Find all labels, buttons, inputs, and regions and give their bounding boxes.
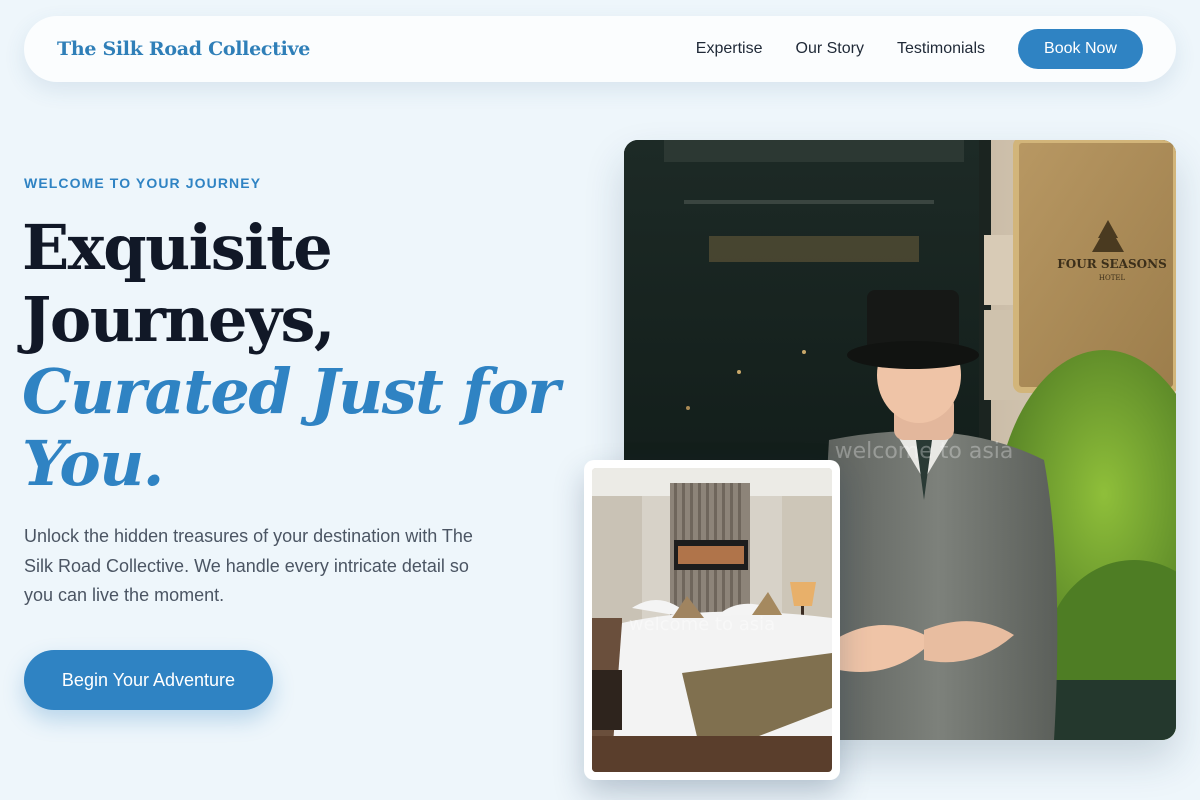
headline-line-2: Journeys, xyxy=(22,283,335,356)
book-now-button[interactable]: Book Now xyxy=(1018,29,1143,69)
landing-page: The Silk Road Collective Expertise Our S… xyxy=(0,0,1200,800)
bedroom-photo: welcome to asia xyxy=(592,468,832,772)
hero-headline: Exquisite Journeys, Curated Just for You… xyxy=(22,212,582,500)
headline-accent: Curated Just for You. xyxy=(22,355,560,500)
nav-links: Expertise Our Story Testimonials Book No… xyxy=(663,29,1143,69)
nav-link-expertise[interactable]: Expertise xyxy=(696,40,763,58)
hero-description: Unlock the hidden treasures of your dest… xyxy=(24,526,473,605)
headline-line-1: Exquisite xyxy=(22,211,333,284)
brand-logo[interactable]: The Silk Road Collective xyxy=(57,38,310,60)
nav-link-our-story[interactable]: Our Story xyxy=(796,40,864,58)
sign-text: FOUR SEASONS xyxy=(1057,257,1166,271)
watermark-text-inset: welcome to asia xyxy=(629,614,775,635)
hero-eyebrow: WELCOME TO YOUR JOURNEY xyxy=(24,175,262,191)
top-navbar: The Silk Road Collective Expertise Our S… xyxy=(24,16,1176,82)
begin-adventure-button[interactable]: Begin Your Adventure xyxy=(24,650,273,710)
sign-subtext: HOTEL xyxy=(1099,274,1126,282)
watermark-text: welcome to asia xyxy=(835,439,1014,464)
nav-link-testimonials[interactable]: Testimonials xyxy=(897,40,985,58)
bedroom-photo-card: welcome to asia xyxy=(584,460,840,780)
